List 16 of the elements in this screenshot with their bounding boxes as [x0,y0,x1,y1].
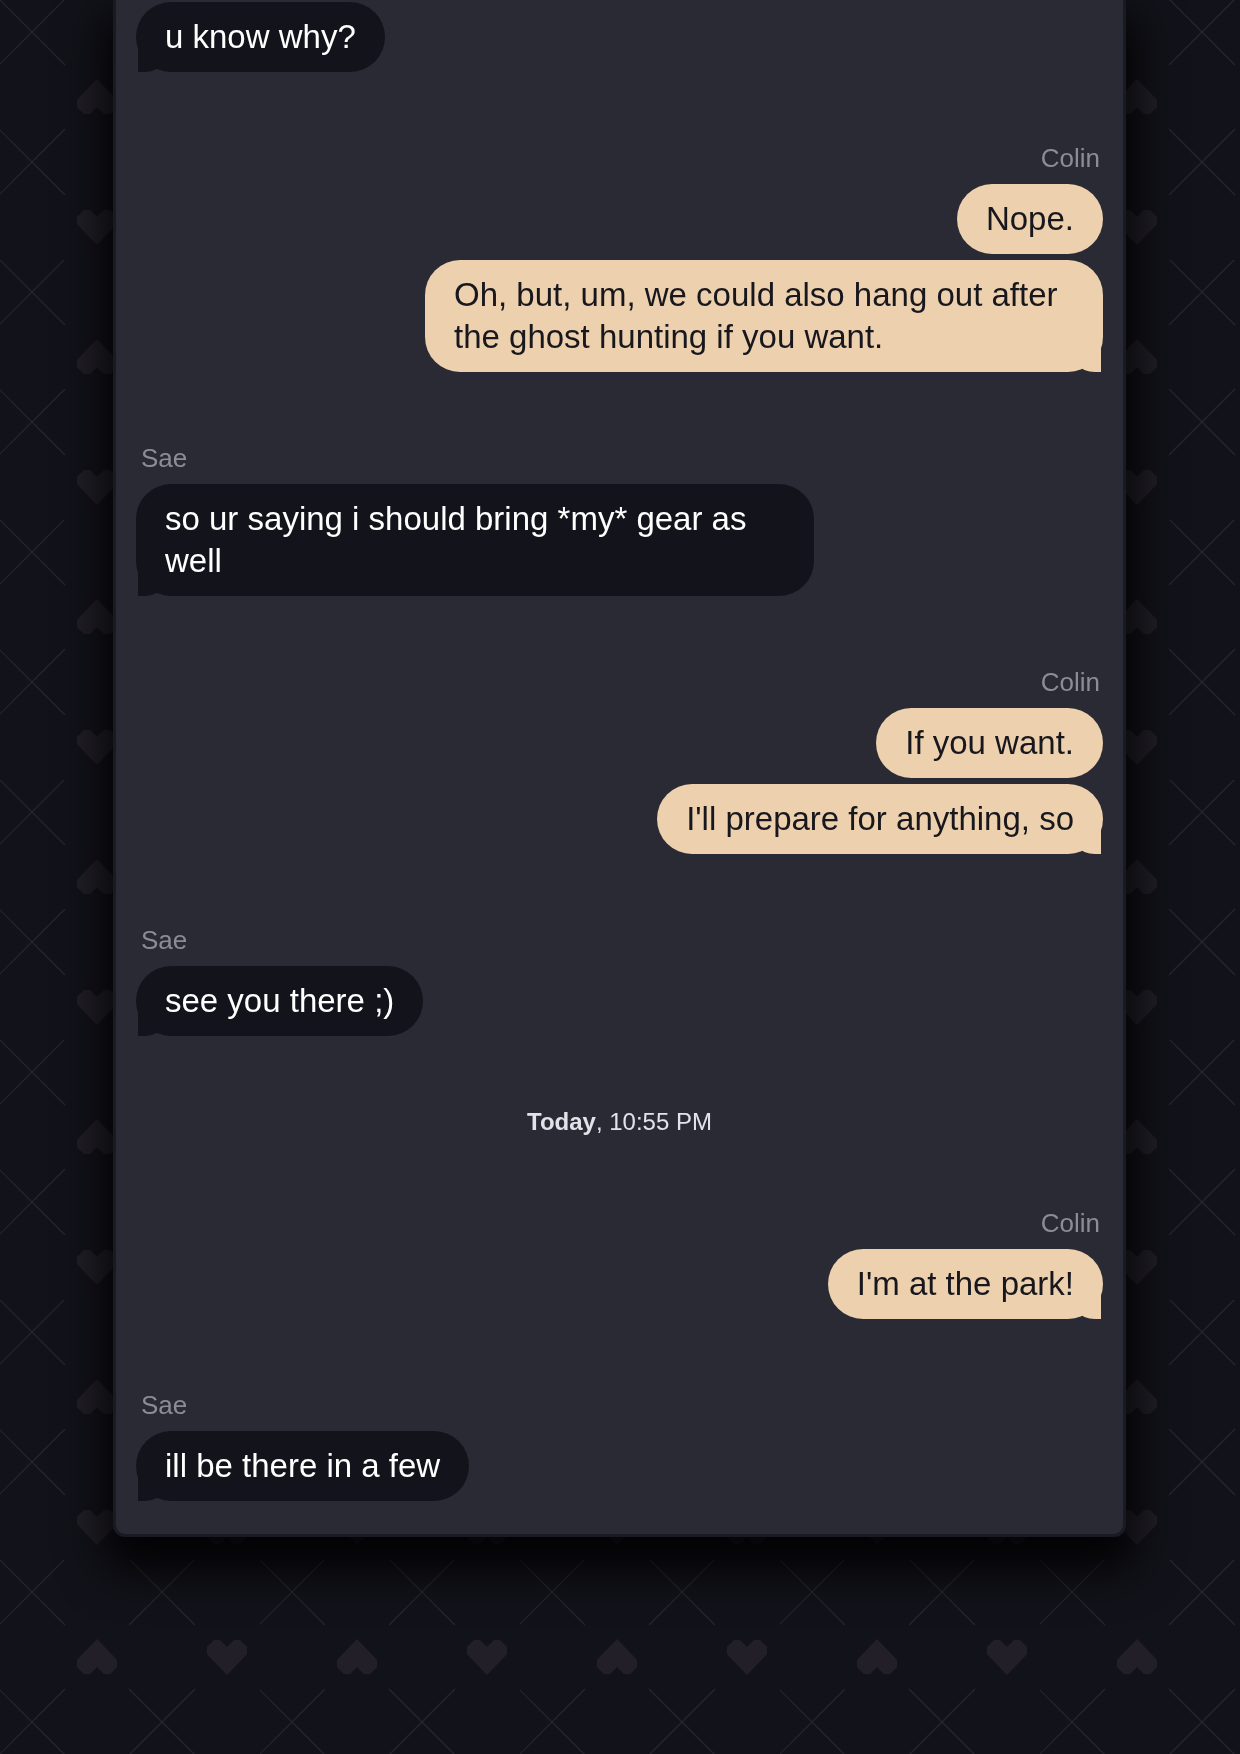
timestamp: Today, 10:55 PM [527,1107,712,1137]
sender-name: Sae [141,1390,188,1420]
sender-name: Colin [1040,667,1100,697]
sender-name: Sae [141,443,188,473]
message-bubble: ill be there in a few [136,1431,470,1501]
message-bubble: If you want. [876,708,1103,778]
message-bubble: see you there ;) [136,966,424,1036]
message-bubble: u know why? [136,2,385,72]
message-bubble: Nope. [956,184,1103,254]
message-bubble: so ur saying i should bring *my* gear as well [136,484,814,596]
sender-name: Colin [1040,143,1100,173]
sender-name: Colin [1040,1208,1100,1238]
sender-name: Sae [141,925,188,955]
message-bubble: I'll prepare for anything, so [657,784,1103,854]
message-bubble: Oh, but, um, we could also hang out after the ghost hunting if you want. [425,260,1103,372]
message-bubble: I'm at the park! [827,1249,1103,1319]
